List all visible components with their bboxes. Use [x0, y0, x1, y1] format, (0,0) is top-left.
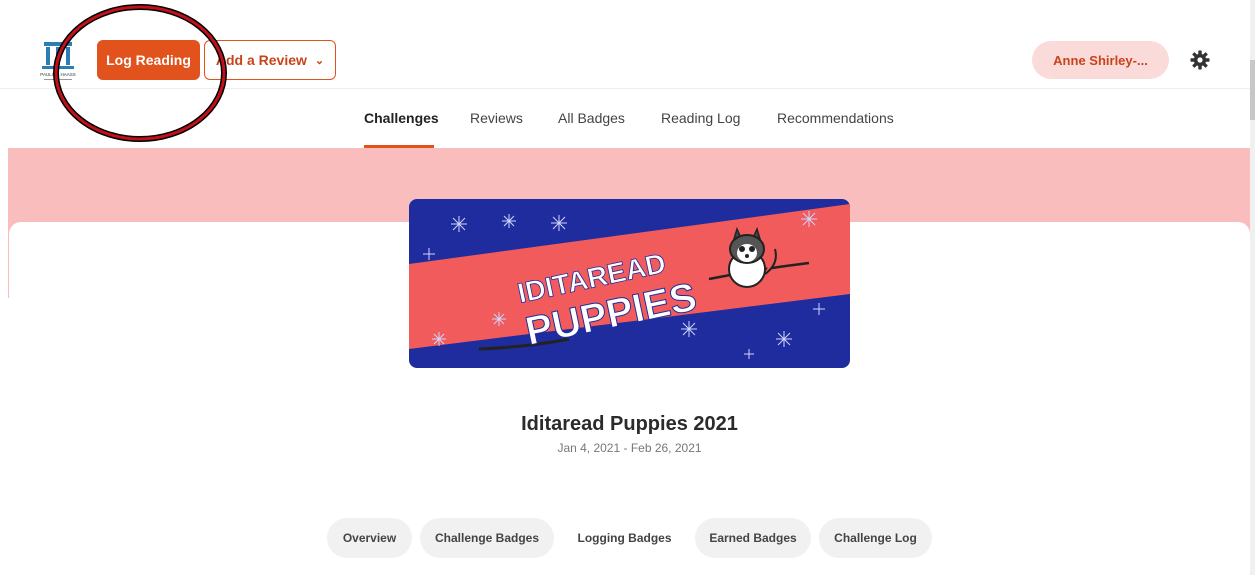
tab-reading-log[interactable]: Reading Log: [661, 110, 740, 126]
tab-challenges[interactable]: Challenges: [364, 110, 439, 126]
user-name: Anne Shirley-...: [1053, 52, 1148, 68]
library-logo[interactable]: PAULINE HAASS: [36, 40, 80, 86]
subtab-logging-badges[interactable]: Logging Badges: [562, 518, 687, 558]
add-review-label: Add a Review: [215, 52, 307, 68]
subtab-challenge-log[interactable]: Challenge Log: [819, 518, 932, 558]
scrollbar-thumb[interactable]: [1250, 60, 1255, 120]
page-scrollbar[interactable]: [1250, 0, 1255, 575]
subtab-overview[interactable]: Overview: [327, 518, 412, 558]
challenge-banner-image: IDITAREAD PUPPIES: [409, 199, 850, 368]
main-tabs: Challenges Reviews All Badges Reading Lo…: [0, 90, 1250, 148]
add-review-button[interactable]: Add a Review ⌄: [204, 40, 336, 80]
gear-icon[interactable]: [1190, 50, 1210, 70]
logo-text: PAULINE HAASS: [40, 72, 75, 77]
subtab-challenge-badges[interactable]: Challenge Badges: [420, 518, 554, 558]
challenge-subtabs: Overview Challenge Badges Logging Badges…: [0, 518, 1255, 558]
tab-reviews[interactable]: Reviews: [470, 110, 523, 126]
chevron-down-icon: ⌄: [314, 54, 325, 67]
tab-recommendations[interactable]: Recommendations: [777, 110, 894, 126]
subtab-earned-badges[interactable]: Earned Badges: [695, 518, 811, 558]
log-reading-button[interactable]: Log Reading: [97, 40, 200, 80]
challenge-title: Iditaread Puppies 2021: [521, 413, 738, 435]
app-header: PAULINE HAASS Log Reading Add a Review ⌄…: [0, 0, 1250, 89]
user-menu-button[interactable]: Anne Shirley-...: [1032, 41, 1169, 79]
tab-all-badges[interactable]: All Badges: [558, 110, 625, 126]
challenge-dates: Jan 4, 2021 - Feb 26, 2021: [557, 441, 702, 455]
